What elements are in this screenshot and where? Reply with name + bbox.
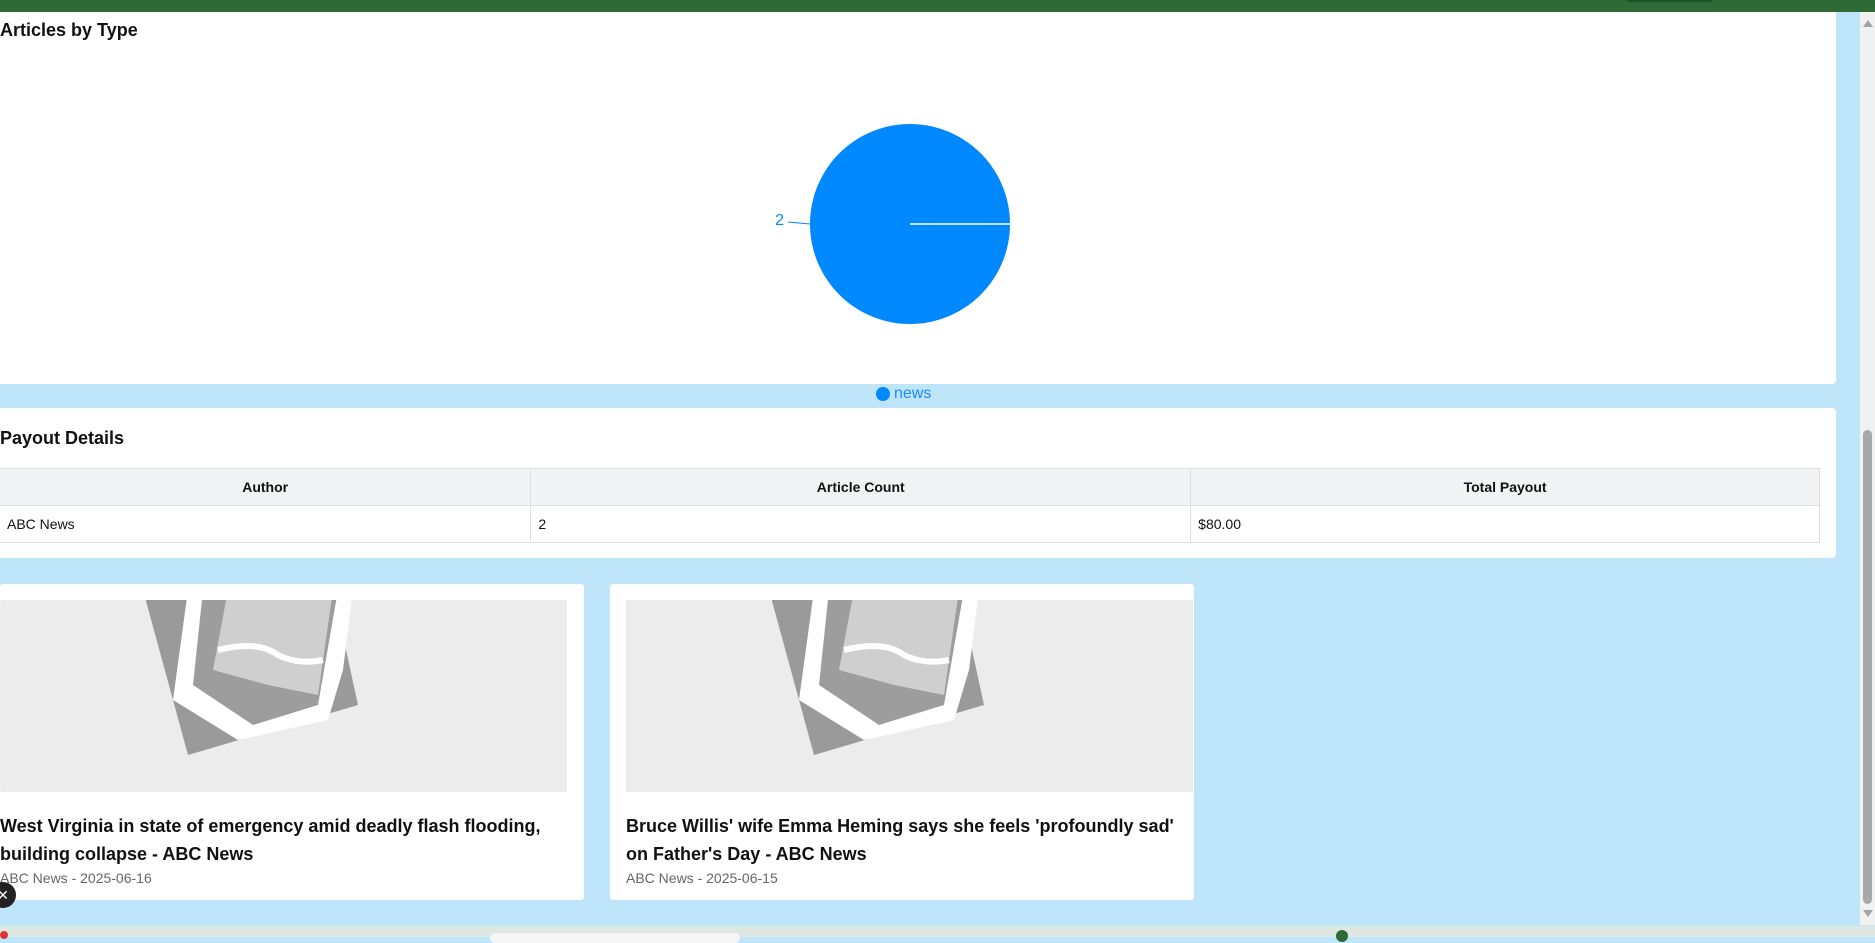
article-thumbnail[interactable] xyxy=(0,600,567,792)
image-placeholder-icon xyxy=(145,600,358,755)
vertical-scrollbar[interactable] xyxy=(1860,12,1875,925)
article-card[interactable]: West Virginia in state of emergency amid… xyxy=(0,584,584,900)
chart-legend[interactable]: news xyxy=(876,385,931,403)
article-title[interactable]: Bruce Willis' wife Emma Heming says she … xyxy=(626,812,1186,868)
column-header-total-payout[interactable]: Total Payout xyxy=(1190,468,1820,506)
article-title[interactable]: West Virginia in state of emergency amid… xyxy=(0,812,560,868)
top-bar-button[interactable] xyxy=(1625,0,1715,2)
scroll-up-arrow-icon[interactable] xyxy=(1863,20,1873,27)
status-dot-icon xyxy=(0,931,8,939)
dashboard-page: Articles by Type 2 news Payout Details A… xyxy=(0,12,1860,926)
articles-by-type-pie-chart: 2 xyxy=(775,124,1010,324)
column-header-article-count[interactable]: Article Count xyxy=(530,468,1192,506)
column-header-author[interactable]: Author xyxy=(0,468,532,506)
article-meta: ABC News - 2025-06-16 xyxy=(0,870,152,886)
article-card[interactable]: Bruce Willis' wife Emma Heming says she … xyxy=(610,584,1194,900)
table-row: ABC News 2 $80.00 xyxy=(0,505,1820,543)
browser-bottom-bar xyxy=(0,926,1875,943)
cell-author: ABC News xyxy=(0,505,532,543)
pie-label-leader-line xyxy=(787,221,811,225)
status-dot-icon xyxy=(1336,930,1348,942)
cell-article-count: 2 xyxy=(530,505,1192,543)
article-thumbnail[interactable] xyxy=(626,600,1193,792)
articles-by-type-card: Articles by Type 2 xyxy=(0,12,1836,384)
browser-top-bar xyxy=(0,0,1875,12)
payout-card-title: Payout Details xyxy=(0,428,125,448)
scroll-down-arrow-icon[interactable] xyxy=(1863,910,1873,917)
table-header-row: Author Article Count Total Payout xyxy=(0,468,1820,506)
payout-details-card: Payout Details Author Article Count Tota… xyxy=(0,408,1836,558)
scrollbar-thumb[interactable] xyxy=(1863,430,1872,904)
cell-total-payout: $80.00 xyxy=(1190,505,1820,543)
image-placeholder-icon xyxy=(771,600,984,755)
legend-label-news: news xyxy=(894,385,932,402)
payout-table: Author Article Count Total Payout ABC Ne… xyxy=(0,468,1820,543)
bottom-tab[interactable] xyxy=(490,933,740,943)
article-meta: ABC News - 2025-06-15 xyxy=(626,870,778,886)
pie-data-label: 2 xyxy=(775,212,784,229)
legend-swatch-news xyxy=(876,387,890,401)
